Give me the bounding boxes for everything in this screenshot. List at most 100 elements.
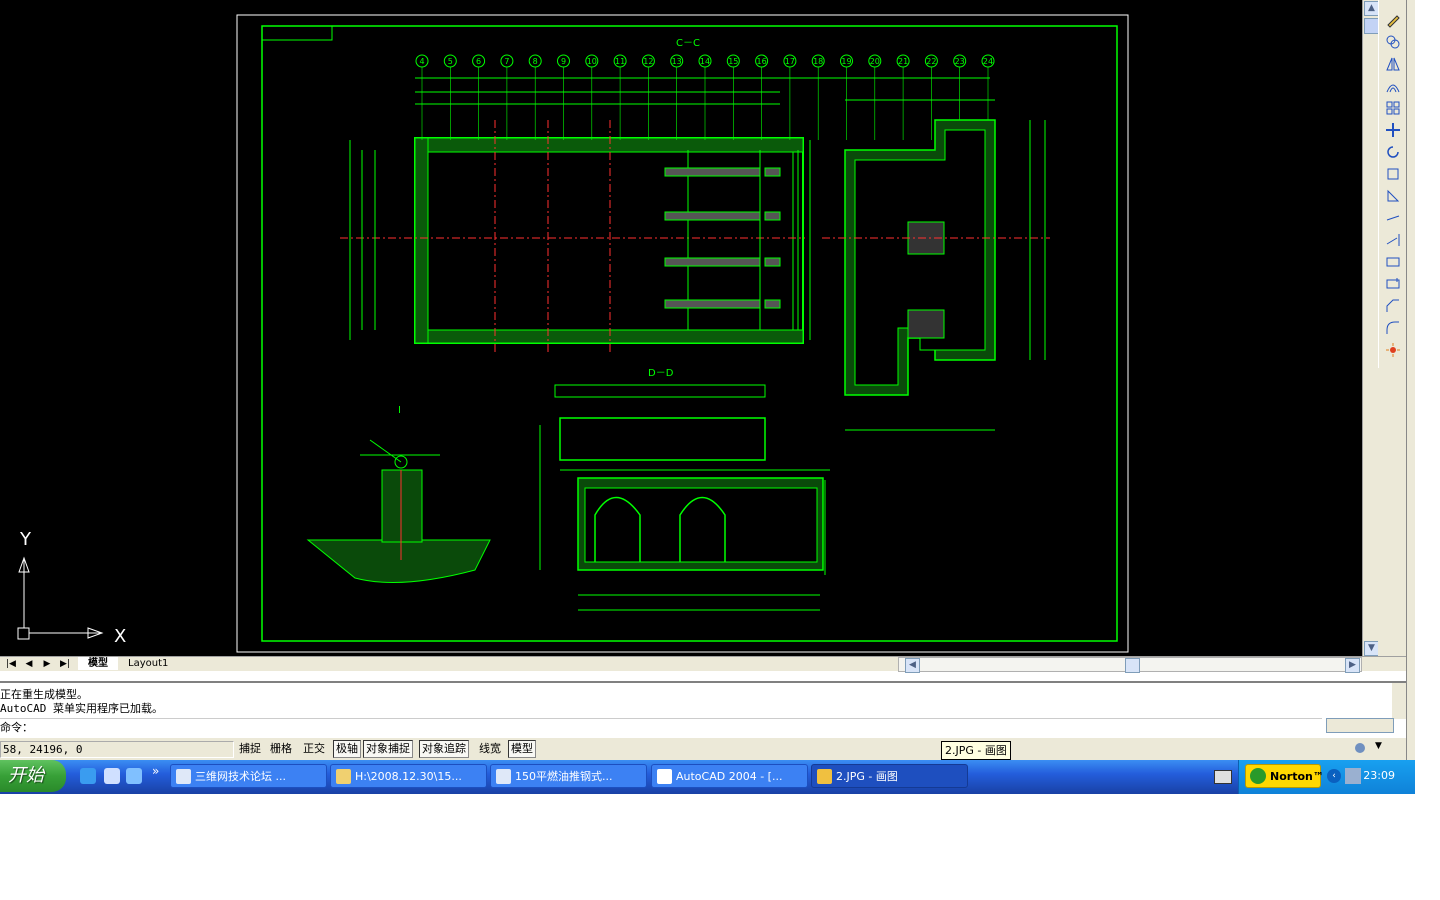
tab-model[interactable]: 模型 xyxy=(78,657,118,670)
clock: 23:09 xyxy=(1363,769,1395,782)
system-tray: Norton™ ‹ 23:09 xyxy=(1238,760,1415,794)
task-label: 三维网技术论坛 ... xyxy=(195,770,286,783)
task-label: 150平燃油推钢式... xyxy=(515,770,613,783)
snap-toggle[interactable]: 捕捉 xyxy=(236,740,264,758)
osnap-toggle[interactable]: 对象捕捉 xyxy=(363,740,413,758)
coordinate-readout: 58, 24196, 0 xyxy=(0,741,234,758)
chamfer-icon[interactable] xyxy=(1382,296,1404,316)
polar-toggle[interactable]: 极轴 xyxy=(333,740,361,758)
lineweight-toggle[interactable]: 线宽 xyxy=(476,740,504,758)
rotate-icon[interactable] xyxy=(1382,142,1404,162)
command-history-line: AutoCAD 菜单实用程序已加载。 xyxy=(0,702,163,715)
axis-number: 21 xyxy=(898,57,908,66)
taskbar-tooltip: 2.JPG - 画图 xyxy=(941,741,1011,760)
task-document[interactable]: 150平燃油推钢式... xyxy=(490,764,647,788)
title-cell xyxy=(261,25,333,41)
axis-number: 9 xyxy=(561,57,566,66)
command-window[interactable]: 正在重生成模型。 AutoCAD 菜单实用程序已加载。 命令： xyxy=(0,681,1406,737)
document-icon xyxy=(496,769,511,784)
break-at-point-icon[interactable] xyxy=(1382,274,1404,294)
scroll-right-arrow-icon[interactable]: ▶ xyxy=(1345,658,1360,673)
side-section xyxy=(822,99,1050,431)
axis-number: 19 xyxy=(841,57,851,66)
command-prompt[interactable]: 命令： xyxy=(0,718,1322,735)
axis-number: 10 xyxy=(587,57,597,66)
last-tab-icon[interactable]: ▶| xyxy=(58,658,72,670)
horizontal-scrollbar[interactable]: ◀ ▶ xyxy=(898,657,1362,673)
axis-number: 17 xyxy=(785,57,795,66)
axis-number: 22 xyxy=(926,57,936,66)
scroll-thumb[interactable] xyxy=(1364,18,1379,34)
copy-icon[interactable] xyxy=(1382,32,1404,52)
command-scrollbar[interactable] xyxy=(1392,683,1406,719)
axis-number: 20 xyxy=(870,57,880,66)
axis-number: 14 xyxy=(700,57,710,66)
desktop-icon[interactable] xyxy=(104,768,120,784)
array-icon[interactable] xyxy=(1382,98,1404,118)
next-tab-icon[interactable]: ▶ xyxy=(40,658,54,670)
stretch-icon[interactable] xyxy=(1382,186,1404,206)
axis-number: 7 xyxy=(504,57,509,66)
autocad-icon xyxy=(657,769,672,784)
task-paint[interactable]: 2.JPG - 画图 xyxy=(811,764,968,788)
modify-toolbar xyxy=(1378,0,1407,368)
norton-badge[interactable]: Norton™ xyxy=(1245,764,1324,788)
tray-settings-icon[interactable] xyxy=(1352,741,1368,755)
axis-number: 12 xyxy=(643,57,653,66)
axis-bubbles: 4 5 6 7 8 9 10 11 12 13 14 15 16 17 18 19 20 21 22 23 24 xyxy=(415,54,995,140)
mirror-icon[interactable] xyxy=(1382,54,1404,74)
task-autocad[interactable]: AutoCAD 2004 - [... xyxy=(651,764,808,788)
break-icon[interactable] xyxy=(1382,252,1404,272)
axis-number: 5 xyxy=(448,57,453,66)
keyboard-icon[interactable] xyxy=(1214,770,1232,784)
scroll-down-arrow-icon[interactable]: ▼ xyxy=(1364,641,1379,656)
section-dd xyxy=(539,384,830,611)
toolbar-dock xyxy=(1378,368,1406,658)
vertical-scrollbar[interactable]: ▲ ▼ xyxy=(1362,0,1379,656)
drawing-canvas[interactable]: 4 5 6 7 8 9 10 11 12 13 14 15 16 17 18 19 20 21 22 23 24 xyxy=(0,0,1362,656)
axis-number: 18 xyxy=(813,57,823,66)
cad-drawing: 4 5 6 7 8 9 10 11 12 13 14 15 16 17 18 19 20 21 22 23 24 xyxy=(17,14,1129,653)
ortho-toggle[interactable]: 正交 xyxy=(300,740,328,758)
axis-number: 6 xyxy=(476,57,481,66)
scroll-up-arrow-icon[interactable]: ▲ xyxy=(1364,1,1379,16)
network-icon[interactable] xyxy=(1345,768,1361,784)
ucs-x-label: X xyxy=(114,626,126,647)
quicklaunch-more-icon[interactable]: » xyxy=(152,764,159,778)
axis-number: 16 xyxy=(757,57,767,66)
task-label: H:\2008.12.30\15... xyxy=(355,770,462,783)
axis-number: 24 xyxy=(983,57,993,66)
task-label: AutoCAD 2004 - [... xyxy=(676,770,783,783)
explode-icon[interactable] xyxy=(1382,340,1404,360)
fillet-icon[interactable] xyxy=(1382,318,1404,338)
scale-icon[interactable] xyxy=(1382,164,1404,184)
detail-i-label: I xyxy=(398,405,401,416)
first-tab-icon[interactable]: |◀ xyxy=(4,658,18,670)
otrack-toggle[interactable]: 对象追踪 xyxy=(419,740,469,758)
windows-taskbar: 开始 » 三维网技术论坛 ... H:\2008.12.30\15... 150… xyxy=(0,760,1415,794)
move-icon[interactable] xyxy=(1382,120,1404,140)
task-forum[interactable]: 三维网技术论坛 ... xyxy=(170,764,327,788)
erase-icon[interactable] xyxy=(1382,10,1404,30)
trim-icon[interactable] xyxy=(1382,208,1404,228)
ucs-icon xyxy=(17,556,104,640)
offset-icon[interactable] xyxy=(1382,76,1404,96)
grid-toggle[interactable]: 栅格 xyxy=(267,740,295,758)
axis-number: 13 xyxy=(672,57,682,66)
status-menu-arrow-icon[interactable]: ▼ xyxy=(1375,741,1382,751)
ie-icon[interactable] xyxy=(80,768,96,784)
norton-label: Norton™ xyxy=(1270,770,1324,783)
model-toggle[interactable]: 模型 xyxy=(508,740,536,758)
hscroll-thumb[interactable] xyxy=(1125,658,1140,673)
folder-icon xyxy=(336,769,351,784)
task-folder[interactable]: H:\2008.12.30\15... xyxy=(330,764,487,788)
start-button[interactable]: 开始 xyxy=(0,760,66,792)
prev-tab-icon[interactable]: ◀ xyxy=(22,658,36,670)
scroll-left-arrow-icon[interactable]: ◀ xyxy=(905,658,920,673)
media-icon[interactable] xyxy=(126,768,142,784)
tray-expand-icon[interactable]: ‹ xyxy=(1327,769,1341,783)
command-hscroll[interactable] xyxy=(1326,718,1394,733)
extend-icon[interactable] xyxy=(1382,230,1404,250)
axis-number: 11 xyxy=(615,57,625,66)
tab-layout1[interactable]: Layout1 xyxy=(118,657,178,670)
